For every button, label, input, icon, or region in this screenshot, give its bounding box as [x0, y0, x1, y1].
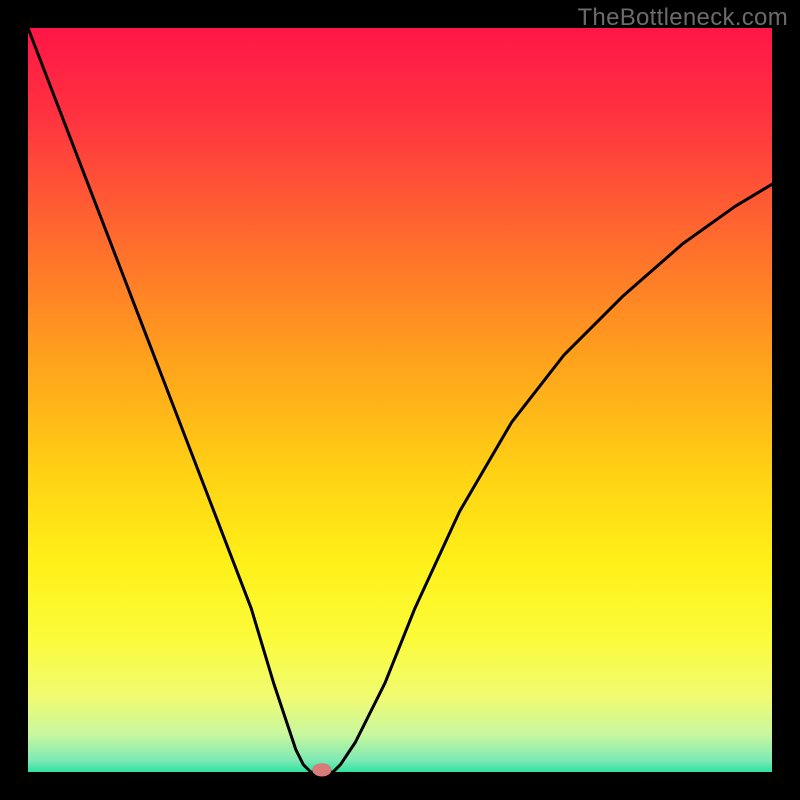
watermark-text: TheBottleneck.com — [577, 4, 788, 32]
plot-background — [28, 28, 772, 772]
optimal-point-marker — [312, 763, 331, 776]
chart-container: TheBottleneck.com — [0, 0, 800, 800]
bottleneck-chart — [0, 0, 800, 800]
